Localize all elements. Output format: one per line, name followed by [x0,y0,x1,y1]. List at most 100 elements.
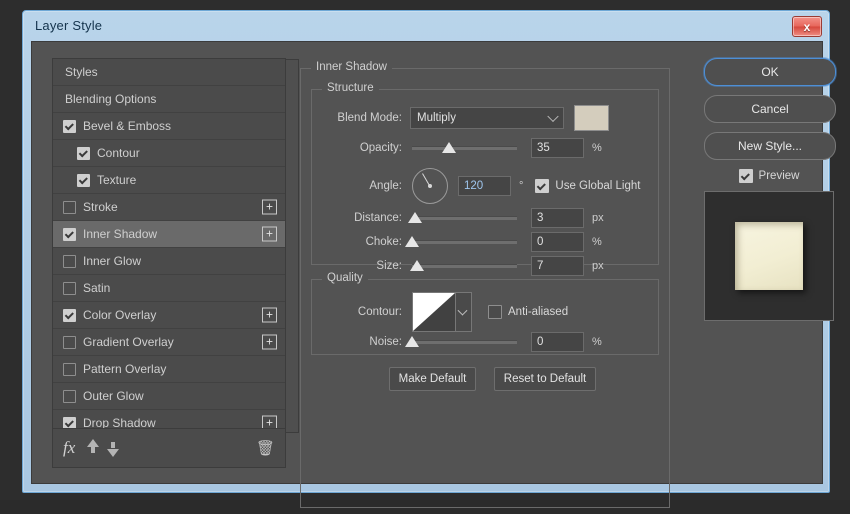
style-checkbox[interactable] [63,201,76,214]
style-row-stroke[interactable]: Stroke + [53,194,285,221]
distance-unit: px [592,212,604,224]
styles-list[interactable]: Styles Blending Options Bevel & Emboss Cont… [53,59,285,429]
anti-aliased-checkbox[interactable] [488,305,502,319]
plus-glyph: + [266,416,273,428]
noise-input[interactable]: 0 [531,332,584,352]
angle-unit: ° [519,180,523,192]
style-row-contour[interactable]: Contour [53,140,285,167]
style-row-color-overlay[interactable]: Color Overlay + [53,302,285,329]
opacity-slider-thumb[interactable] [442,142,456,153]
add-effect-icon[interactable]: + [262,416,277,430]
style-checkbox[interactable] [63,390,76,403]
style-row-inner-glow[interactable]: Inner Glow [53,248,285,275]
style-row-blending-options[interactable]: Blending Options [53,86,285,113]
style-checkbox[interactable] [63,336,76,349]
style-checkbox[interactable] [63,282,76,295]
shadow-color-swatch[interactable] [574,105,609,131]
style-checkbox[interactable] [63,309,76,322]
style-checkbox[interactable] [63,120,76,133]
style-row-styles[interactable]: Styles [53,59,285,86]
plus-glyph: + [266,308,273,320]
ok-button[interactable]: OK [704,58,836,86]
choke-input[interactable]: 0 [531,232,584,252]
trash-icon[interactable]: 🗑 [256,441,275,456]
style-checkbox[interactable] [77,174,90,187]
quality-group: Quality Contour: Anti-aliased Noise: [311,279,659,355]
contour-dropdown-button[interactable] [456,292,472,332]
size-row: Size: 7 px [320,256,650,276]
window-title: Layer Style [35,18,102,33]
opacity-slider-track [412,146,517,150]
size-input[interactable]: 7 [531,256,584,276]
angle-dial[interactable] [412,168,448,204]
contour-label: Contour: [320,306,402,318]
opacity-slider[interactable] [412,141,517,155]
chevron-down-icon [547,111,558,122]
style-row-label: Stroke [83,200,118,214]
style-row-gradient-overlay[interactable]: Gradient Overlay+ [53,329,285,356]
style-row-label: Contour [97,146,140,160]
style-row-drop-shadow[interactable]: Drop Shadow+ [53,410,285,429]
angle-dial-hub [428,184,432,188]
choke-row: Choke: 0 % [320,232,650,252]
style-row-label: Styles [65,65,98,79]
close-button[interactable]: x [792,16,822,37]
style-row-satin[interactable]: Satin [53,275,285,302]
style-checkbox[interactable] [77,147,90,160]
style-row-label: Bevel & Emboss [83,119,171,133]
opacity-unit: % [592,142,602,154]
contour-row: Contour: Anti-aliased [320,292,650,332]
structure-legend: Structure [322,82,379,94]
cancel-button[interactable]: Cancel [704,95,836,123]
noise-slider[interactable] [412,335,517,349]
distance-slider[interactable] [412,211,517,225]
use-global-light-checkbox[interactable] [535,179,549,193]
contour-swatch[interactable] [412,292,456,332]
structure-group: Structure Blend Mode: Multiply [311,89,659,265]
style-row-texture[interactable]: Texture [53,167,285,194]
choke-slider-track [412,240,517,244]
fx-icon[interactable]: fx [63,438,75,458]
opacity-label: Opacity: [320,142,402,154]
noise-unit: % [592,336,602,348]
size-slider[interactable] [412,259,517,273]
style-row-label: Blending Options [65,92,156,106]
angle-input[interactable]: 120 [458,176,511,196]
distance-slider-thumb[interactable] [408,212,422,223]
distance-input[interactable]: 3 [531,208,584,228]
style-row-label: Color Overlay [83,308,156,322]
titlebar: Layer Style x [23,11,829,41]
add-effect-icon[interactable]: + [262,200,277,215]
chevron-down-icon [458,306,468,316]
style-row-outer-glow[interactable]: Outer Glow [53,383,285,410]
noise-slider-thumb[interactable] [405,336,419,347]
choke-slider[interactable] [412,235,517,249]
new-style-button[interactable]: New Style... [704,132,836,160]
opacity-input[interactable]: 35 [531,138,584,158]
add-effect-icon[interactable]: + [262,308,277,323]
style-checkbox[interactable] [63,255,76,268]
style-row-label: Pattern Overlay [83,362,166,376]
reset-to-default-button[interactable]: Reset to Default [494,367,596,391]
add-effect-icon[interactable]: + [262,335,277,350]
style-row-inner-shadow[interactable]: Inner Shadow + [53,221,285,248]
size-label: Size: [320,260,402,272]
size-slider-thumb[interactable] [410,260,424,271]
size-slider-track [412,264,517,268]
distance-label: Distance: [320,212,402,224]
style-row-pattern-overlay[interactable]: Pattern Overlay [53,356,285,383]
style-checkbox[interactable] [63,228,76,241]
style-row-label: Texture [97,173,136,187]
choke-unit: % [592,236,602,248]
style-row-bevel-emboss[interactable]: Bevel & Emboss [53,113,285,140]
blend-mode-row: Blend Mode: Multiply [320,108,650,128]
make-default-button[interactable]: Make Default [389,367,476,391]
blend-mode-select[interactable]: Multiply [410,107,564,129]
preview-checkbox[interactable] [739,169,753,183]
choke-slider-thumb[interactable] [405,236,419,247]
preview-thumbnail [704,191,834,321]
styles-scrollbar[interactable] [285,59,299,433]
add-effect-icon[interactable]: + [262,227,277,242]
style-checkbox[interactable] [63,363,76,376]
style-row-label: Inner Shadow [83,227,157,241]
